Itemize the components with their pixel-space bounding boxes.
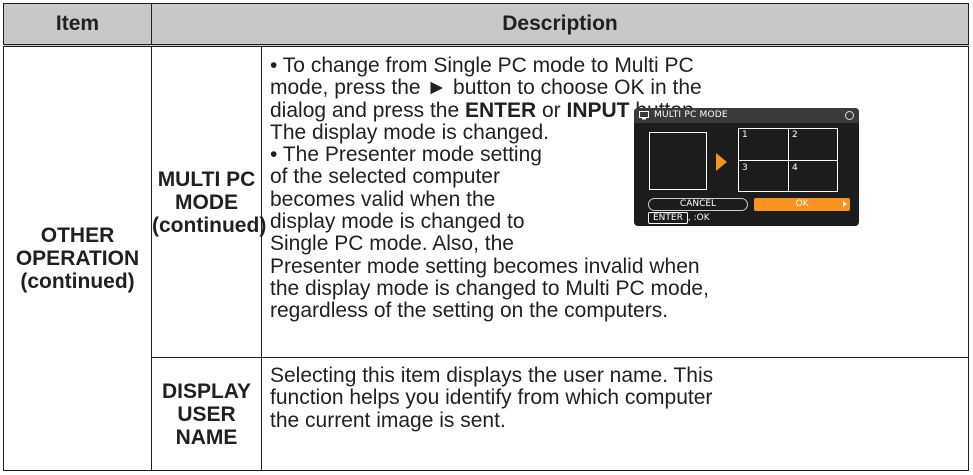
description-table: Item Description OTHER OPERATION (contin… [3,3,969,471]
dialog-title-bar: MULTI PC MODE [634,108,859,123]
close-icon [845,111,854,120]
item-cell: OTHER OPERATION (continued) [3,45,152,471]
single-pc-preview [649,132,707,190]
ok-button[interactable]: OK [754,198,850,211]
multi-pc-preview: 1 2 3 4 [738,128,838,192]
quadrant-label: 4 [792,163,798,173]
quadrant-label: 1 [742,130,748,140]
header-description: Description [151,3,969,47]
quadrant-label: 2 [792,130,798,140]
presenter-note: • The Presenter mode setting of the sele… [270,143,542,256]
display-user-name-description: Selecting this item displays the user na… [261,357,969,471]
quadrant-label: 3 [742,163,748,173]
enter-key-badge: ENTER [648,212,688,224]
caret-right-icon [843,201,847,207]
monitor-icon [639,111,649,120]
arrow-right-icon [716,153,727,171]
key-hint: ENTER, :OK [648,212,710,224]
input-key-text: INPUT [566,98,630,122]
multi-pc-mode-label: MULTI PC MODE (continued) [151,45,266,358]
display-user-name-label: DISPLAY USER NAME [151,357,262,471]
dialog-title: MULTI PC MODE [654,110,728,120]
item-label-line: OTHER [40,224,115,247]
item-label-line: OPERATION [15,247,140,270]
multi-pc-mode-description: • To change from Single PC mode to Multi… [261,45,969,358]
cancel-button[interactable]: CANCEL [648,198,748,211]
multi-pc-mode-dialog: MULTI PC MODE 1 2 3 4 CANCEL OK ENTER, :… [634,108,859,226]
enter-key-text: ENTER [464,98,537,122]
header-item: Item [3,3,152,47]
item-label-line: (continued) [20,270,135,293]
